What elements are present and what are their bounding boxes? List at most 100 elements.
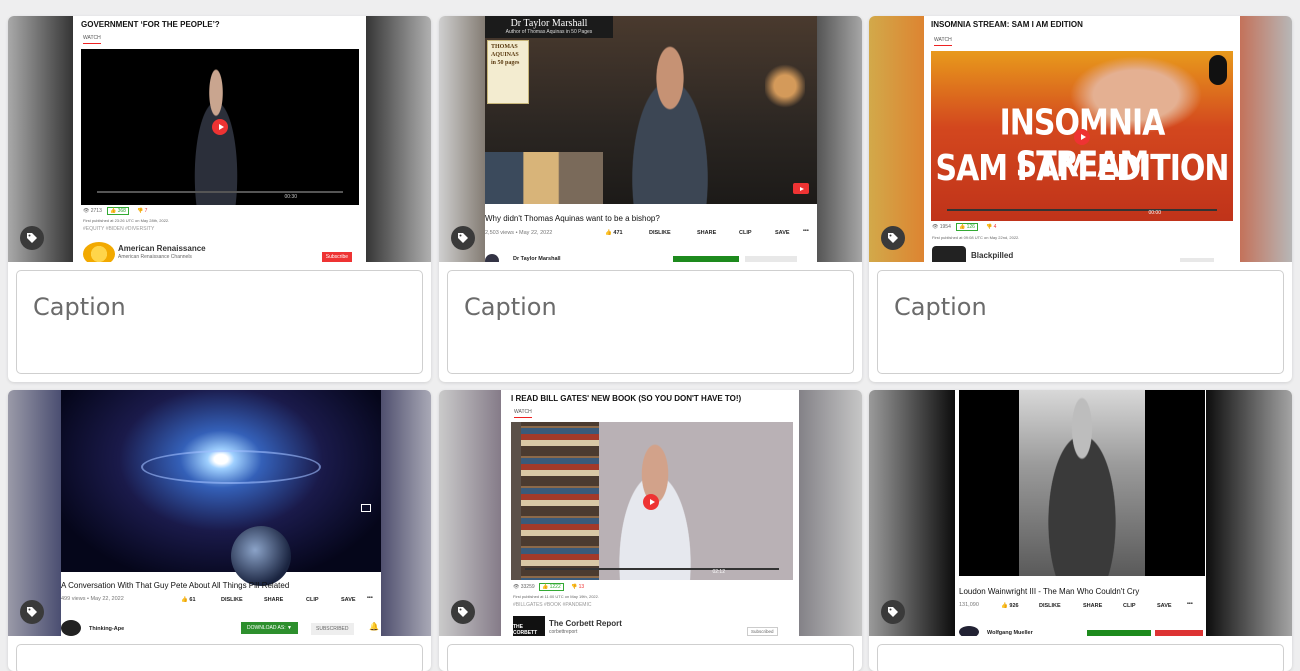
progress-bar[interactable] [525,568,779,570]
caption-field-edge[interactable] [447,644,854,671]
media-card[interactable]: I READ BILL GATES' NEW BOOK (SO YOU DON'… [439,390,862,671]
caption-field-edge[interactable] [16,644,423,671]
subscribe-button[interactable]: Subscribe [321,252,352,262]
share-button[interactable]: SHARE [264,597,283,603]
like-count[interactable]: 👍 368 [107,207,129,215]
dislike-count[interactable]: 👎 13 [571,584,584,590]
hashtags[interactable]: #EQUITY #BIDEN #DIVERSITY [83,226,154,232]
tag-button[interactable] [20,226,44,250]
more-icon[interactable]: ••• [1187,601,1193,607]
download-button[interactable]: DOWNLOAD AS: ▼ [241,622,298,634]
caption-field-edge[interactable] [877,644,1284,671]
channel-avatar[interactable] [485,254,499,262]
channel-avatar[interactable] [83,242,115,262]
pip-icon[interactable] [361,504,371,512]
play-icon[interactable] [1074,129,1090,145]
thumbnail[interactable]: Dr Taylor Marshall Author of Thomas Aqui… [439,16,862,262]
caption-field[interactable]: Caption [447,270,854,374]
subscribe-button[interactable] [745,256,797,262]
dislike-count[interactable]: 👎 4 [986,224,996,230]
bell-icon[interactable]: 🔔 [369,622,379,631]
share-button[interactable]: SHARE [1083,603,1102,609]
bookshelf [521,422,599,580]
thumbnail[interactable]: A Conversation With That Guy Pete About … [8,390,431,636]
tag-icon [27,233,37,243]
clip-button[interactable]: CLIP [739,230,752,236]
blur-right [1202,390,1292,636]
dislike-button[interactable]: DISLIKE [649,230,671,236]
channel-avatar[interactable] [959,626,979,636]
views-value: 2713 [90,208,102,214]
save-button[interactable]: SAVE [341,597,356,603]
play-icon[interactable] [643,494,659,510]
views-count: 👁 33259 [513,584,535,590]
video-player[interactable]: 00:30 [81,49,359,205]
dislike-button[interactable]: DISLIKE [221,597,243,603]
channel-avatar[interactable] [932,246,966,262]
thumbnail[interactable]: INSOMNIA STREAM: SAM I AM EDITION WATCH … [869,16,1292,262]
thumbnail[interactable]: I READ BILL GATES' NEW BOOK (SO YOU DON'… [439,390,862,636]
clip-button[interactable]: CLIP [306,597,319,603]
download-button[interactable] [1087,630,1151,636]
likes-value: 126 [966,224,975,230]
subscribed-button[interactable]: SUBSCRIBED [311,623,354,635]
thumbnail[interactable]: Loudon Wainwright III - The Man Who Coul… [869,390,1292,636]
tag-button[interactable] [881,226,905,250]
thumbnail[interactable]: GOVERNMENT ‘FOR THE PEOPLE’? WATCH 00:30… [8,16,431,262]
channel-name[interactable]: Thinking-Ape [89,626,124,632]
channel-name[interactable]: American Renaissance [118,244,206,253]
channel-avatar[interactable] [61,620,81,636]
tag-button[interactable] [20,600,44,624]
video-player[interactable] [959,390,1205,576]
hashtags[interactable]: #BILLGATES #BOOK #PANDEMIC [513,602,591,608]
video-player[interactable]: 02:12 [511,422,793,580]
media-card[interactable]: GOVERNMENT ‘FOR THE PEOPLE’? WATCH 00:30… [8,16,431,382]
progress-bar[interactable] [947,209,1217,211]
channel-name[interactable]: Blackpilled [971,251,1013,260]
media-card[interactable]: A Conversation With That Guy Pete About … [8,390,431,671]
save-button[interactable]: SAVE [775,230,790,236]
join-button[interactable] [673,256,739,262]
play-icon[interactable] [212,119,228,135]
media-card[interactable]: INSOMNIA STREAM: SAM I AM EDITION WATCH … [869,16,1292,382]
channel-sub: American Renaissance Channels [118,254,192,260]
portrait-figure [1033,396,1131,576]
video-player[interactable] [61,390,381,586]
caption-field[interactable]: Caption [877,270,1284,374]
channel-avatar[interactable]: THE CORBETT [513,616,545,636]
dislike-count[interactable]: 👎 7 [137,208,147,214]
progress-bar[interactable] [97,191,343,193]
tag-button[interactable] [881,600,905,624]
subscribe-button[interactable] [1155,630,1203,636]
channel-name[interactable]: Dr Taylor Marshall [513,256,561,262]
video-player[interactable]: Dr Taylor Marshall Author of Thomas Aqui… [485,16,817,204]
dislike-button[interactable]: DISLIKE [1039,603,1061,609]
subscribe-button[interactable] [1180,258,1214,262]
media-card[interactable]: Dr Taylor Marshall Author of Thomas Aqui… [439,16,862,382]
like-count[interactable]: 👍 126 [956,223,978,231]
like-button[interactable]: 👍 61 [181,597,196,603]
save-button[interactable]: SAVE [1157,603,1172,609]
screenshot: I READ BILL GATES' NEW BOOK (SO YOU DON'… [501,390,799,636]
like-count[interactable]: 👍 1222 [539,583,564,591]
more-icon[interactable]: ••• [367,595,373,601]
channel-name[interactable]: The Corbett Report [549,619,622,628]
tag-button[interactable] [451,226,475,250]
video-player[interactable]: INSOMNIA STREAM SAM I AM EDITION 00:00 [931,51,1233,221]
caption-field[interactable]: Caption [16,270,423,374]
like-button[interactable]: 👍 926 [1001,603,1019,609]
channel-name[interactable]: Wolfgang Mueller [987,630,1033,636]
clip-button[interactable]: CLIP [1123,603,1136,609]
screenshot: A Conversation With That Guy Pete About … [61,390,381,636]
youtube-logo[interactable] [793,183,809,194]
tag-button[interactable] [451,600,475,624]
video-meta: 499 views • May 22, 2022 [61,596,124,602]
painting-thumb [485,152,603,204]
media-card[interactable]: Loudon Wainwright III - The Man Who Coul… [869,390,1292,671]
like-button[interactable]: 👍 471 [605,230,623,236]
more-icon[interactable]: ••• [803,228,809,234]
subscribed-button[interactable]: Subscribed [747,627,778,636]
share-button[interactable]: SHARE [697,230,716,236]
watch-tab: WATCH [934,37,952,46]
name-banner: Dr Taylor Marshall Author of Thomas Aqui… [485,16,613,38]
